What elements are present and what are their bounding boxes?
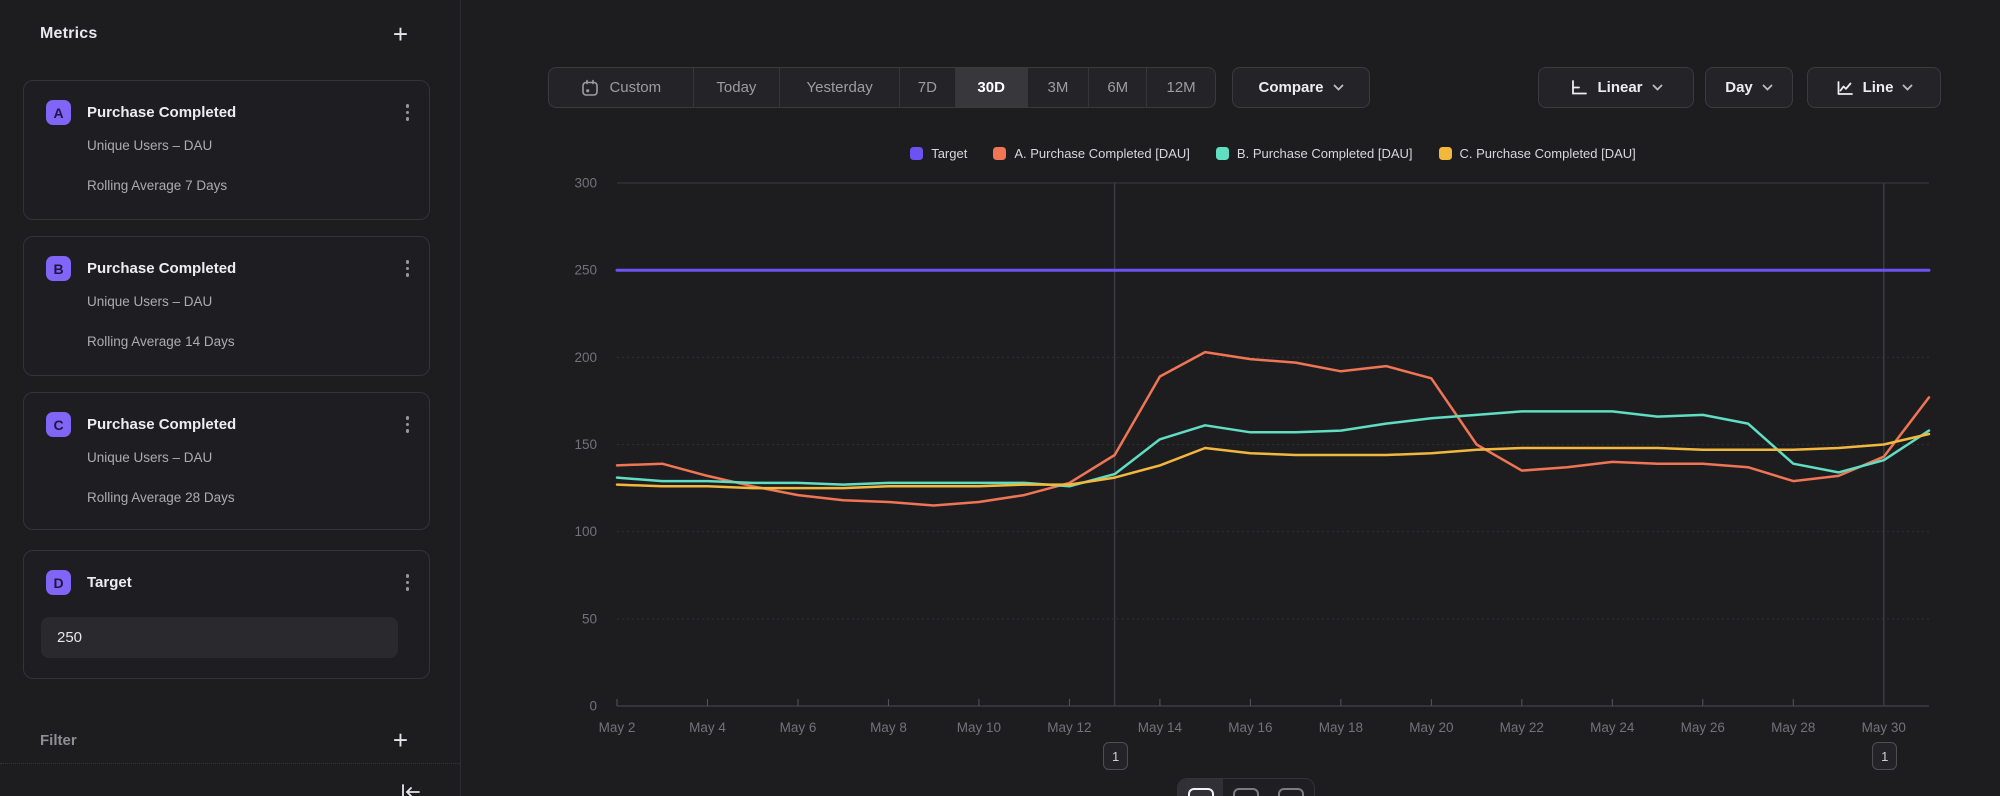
metric-badge-c: C bbox=[46, 412, 71, 437]
svg-text:May 22: May 22 bbox=[1500, 720, 1544, 735]
chevron-down-icon bbox=[1762, 84, 1773, 91]
range-12m[interactable]: 12M bbox=[1146, 68, 1215, 107]
chevron-down-icon bbox=[1902, 84, 1913, 91]
metric-measure[interactable]: Unique Users – DAU bbox=[87, 450, 212, 465]
svg-text:May 10: May 10 bbox=[957, 720, 1001, 735]
metric-measure[interactable]: Unique Users – DAU bbox=[87, 138, 212, 153]
annotation-badge[interactable]: 1 bbox=[1872, 742, 1897, 770]
target-title: Target bbox=[87, 574, 402, 591]
metrics-panel: Metrics + A Purchase Completed Unique Us… bbox=[0, 0, 461, 796]
calendar-icon bbox=[580, 78, 600, 98]
svg-text:May 2: May 2 bbox=[599, 720, 636, 735]
target-value-input[interactable]: 250 bbox=[41, 617, 398, 658]
kebab-icon[interactable] bbox=[402, 102, 413, 122]
legend-label: Target bbox=[931, 146, 967, 161]
interval-button[interactable]: Day bbox=[1705, 67, 1793, 108]
metrics-header: Metrics + bbox=[40, 24, 408, 44]
range-today[interactable]: Today bbox=[693, 68, 780, 107]
metric-title: Purchase Completed bbox=[87, 104, 402, 121]
svg-text:May 20: May 20 bbox=[1409, 720, 1453, 735]
svg-text:100: 100 bbox=[574, 524, 597, 539]
metric-transform[interactable]: Rolling Average 28 Days bbox=[87, 490, 235, 505]
svg-text:May 28: May 28 bbox=[1771, 720, 1815, 735]
filter-title: Filter bbox=[40, 732, 77, 749]
svg-text:May 24: May 24 bbox=[1590, 720, 1635, 735]
svg-text:150: 150 bbox=[574, 437, 597, 452]
line-style-icon bbox=[1187, 787, 1215, 796]
add-metric-icon[interactable]: + bbox=[393, 24, 408, 44]
legend-swatch bbox=[910, 147, 923, 160]
metric-card-c[interactable]: C Purchase Completed Unique Users – DAU … bbox=[23, 392, 430, 530]
chart-style-switcher bbox=[1177, 778, 1315, 796]
filter-header: Filter + bbox=[40, 730, 408, 750]
target-card[interactable]: D Target 250 bbox=[23, 550, 430, 679]
svg-text:200: 200 bbox=[574, 350, 597, 365]
svg-text:May 30: May 30 bbox=[1862, 720, 1906, 735]
line-chart-icon bbox=[1835, 78, 1854, 97]
metric-transform[interactable]: Rolling Average 7 Days bbox=[87, 178, 227, 193]
annotation-badge[interactable]: 1 bbox=[1103, 742, 1128, 770]
svg-text:May 4: May 4 bbox=[689, 720, 726, 735]
legend-swatch bbox=[993, 147, 1006, 160]
sidebar-divider bbox=[0, 763, 460, 764]
svg-text:May 16: May 16 bbox=[1228, 720, 1272, 735]
kebab-icon[interactable] bbox=[402, 258, 413, 278]
range-3m[interactable]: 3M bbox=[1027, 68, 1089, 107]
legend-swatch bbox=[1216, 147, 1229, 160]
bar-style-icon bbox=[1277, 787, 1305, 796]
svg-text:May 14: May 14 bbox=[1138, 720, 1183, 735]
range-7d[interactable]: 7D bbox=[899, 68, 955, 107]
chevron-down-icon bbox=[1333, 84, 1344, 91]
range-30d[interactable]: 30D bbox=[955, 68, 1027, 107]
linear-axis-icon bbox=[1569, 78, 1588, 97]
range-yesterday[interactable]: Yesterday bbox=[779, 68, 899, 107]
chart-legend: Target A. Purchase Completed [DAU] B. Purc… bbox=[617, 146, 1929, 161]
stacked-style-icon bbox=[1232, 787, 1260, 796]
add-filter-icon[interactable]: + bbox=[393, 730, 408, 750]
legend-swatch bbox=[1439, 147, 1452, 160]
legend-label: C. Purchase Completed [DAU] bbox=[1460, 146, 1636, 161]
kebab-icon[interactable] bbox=[402, 572, 413, 592]
chart-style-bar-button[interactable] bbox=[1269, 779, 1314, 796]
metrics-panel-title: Metrics bbox=[40, 25, 97, 43]
svg-text:May 8: May 8 bbox=[870, 720, 907, 735]
range-6m[interactable]: 6M bbox=[1088, 68, 1146, 107]
chart-type-button[interactable]: Line bbox=[1807, 67, 1941, 108]
svg-text:May 26: May 26 bbox=[1681, 720, 1725, 735]
compare-button[interactable]: Compare bbox=[1232, 67, 1370, 108]
collapse-panel-icon[interactable] bbox=[398, 782, 422, 796]
legend-item[interactable]: Target bbox=[910, 146, 967, 161]
svg-text:0: 0 bbox=[589, 699, 597, 714]
metric-badge-a: A bbox=[46, 100, 71, 125]
range-custom[interactable]: Custom bbox=[549, 68, 693, 107]
metric-badge-b: B bbox=[46, 256, 71, 281]
metric-title: Purchase Completed bbox=[87, 260, 402, 277]
legend-item[interactable]: C. Purchase Completed [DAU] bbox=[1439, 146, 1636, 161]
chart-style-line-button[interactable] bbox=[1178, 779, 1223, 796]
metric-title: Purchase Completed bbox=[87, 416, 402, 433]
kebab-icon[interactable] bbox=[402, 414, 413, 434]
legend-label: A. Purchase Completed [DAU] bbox=[1014, 146, 1190, 161]
legend-label: B. Purchase Completed [DAU] bbox=[1237, 146, 1413, 161]
svg-text:300: 300 bbox=[574, 176, 597, 191]
chart-style-stacked-button[interactable] bbox=[1223, 779, 1268, 796]
metric-card-a[interactable]: A Purchase Completed Unique Users – DAU … bbox=[23, 80, 430, 220]
metric-measure[interactable]: Unique Users – DAU bbox=[87, 294, 212, 309]
svg-text:50: 50 bbox=[582, 611, 597, 626]
svg-text:May 18: May 18 bbox=[1319, 720, 1363, 735]
legend-item[interactable]: B. Purchase Completed [DAU] bbox=[1216, 146, 1413, 161]
svg-text:May 6: May 6 bbox=[780, 720, 817, 735]
scale-button[interactable]: Linear bbox=[1538, 67, 1694, 108]
legend-item[interactable]: A. Purchase Completed [DAU] bbox=[993, 146, 1190, 161]
date-range-control: Custom Today Yesterday 7D 30D 3M 6M 12M bbox=[548, 67, 1216, 108]
chevron-down-icon bbox=[1652, 84, 1663, 91]
metric-badge-d: D bbox=[46, 570, 71, 595]
dashboard: 0 50 100 150 200 250 300 May 2 May 4 May 6 May 8 Ma… bbox=[0, 0, 2000, 796]
metric-card-b[interactable]: B Purchase Completed Unique Users – DAU … bbox=[23, 236, 430, 376]
svg-text:250: 250 bbox=[574, 263, 597, 278]
metric-transform[interactable]: Rolling Average 14 Days bbox=[87, 334, 235, 349]
svg-text:May 12: May 12 bbox=[1047, 720, 1091, 735]
